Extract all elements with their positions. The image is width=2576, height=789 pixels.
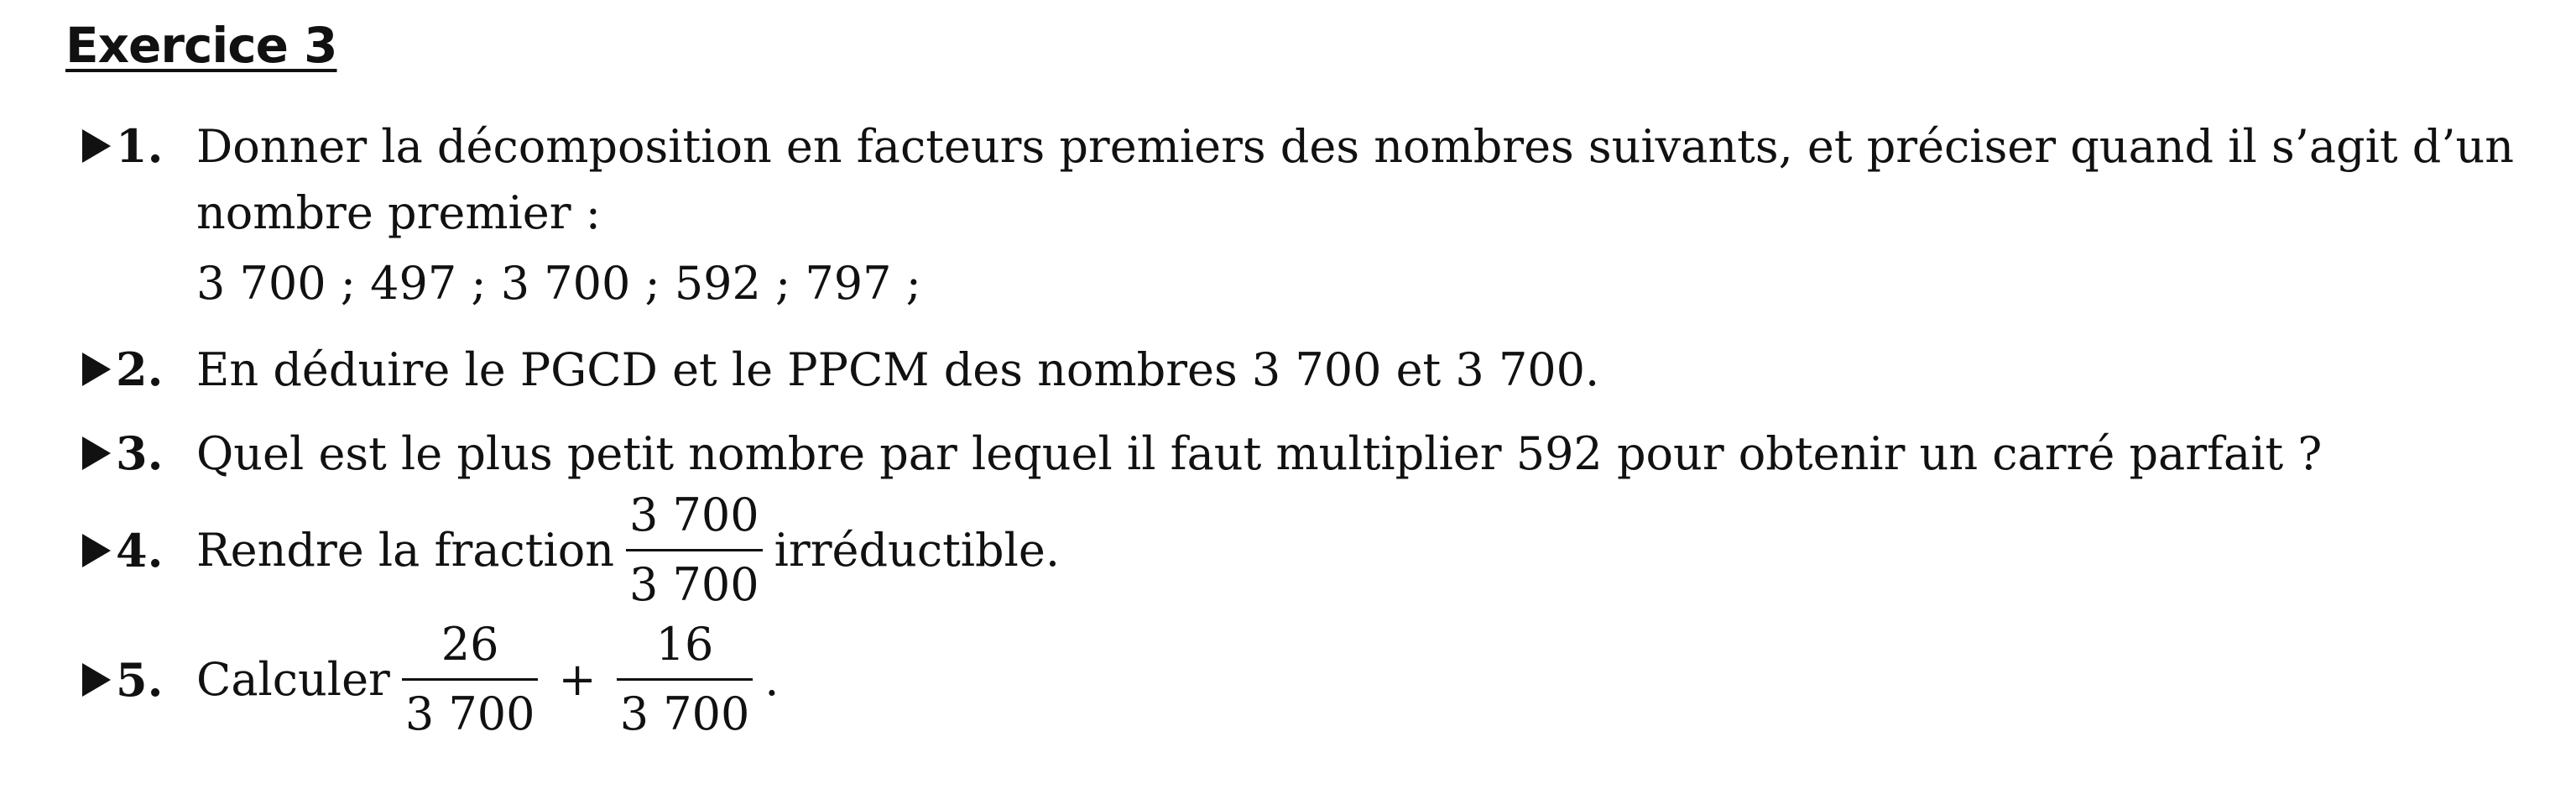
question-text-before: Rendre la fraction [196,524,615,577]
triangle-bullet-icon [82,533,111,567]
question-3: 3. Quel est le plus petit nombre par leq… [82,426,2322,480]
question-text: Donner la décomposition en facteurs prem… [196,119,2515,173]
fraction-numerator: 3 700 [629,489,759,541]
question-text: En déduire le PGCD et le PPCM des nombre… [196,342,1600,396]
question-text-before: Calculer [196,653,390,707]
exercise-title: Exercice 3 [65,17,337,74]
question-1: 1. Donner la décomposition en facteurs p… [82,119,2514,173]
question-text: Quel est le plus petit nombre par lequel… [196,426,2323,480]
question-marker: 5. [82,653,196,707]
question-number: 5. [116,652,164,707]
question-number: 4. [116,523,164,577]
fraction-numerator: 26 [441,618,499,671]
triangle-bullet-icon [82,436,111,470]
fraction-bar [626,549,763,552]
question-number: 3. [116,426,164,480]
triangle-bullet-icon [82,129,111,163]
question-2: 2. En déduire le PGCD et le PPCM des nom… [82,342,1599,396]
fraction-bar [401,678,539,682]
fraction-numerator: 16 [655,618,714,671]
period: . [764,653,780,707]
triangle-bullet-icon [82,353,111,386]
question-number: 2. [116,342,164,396]
fraction: 26 3 700 [401,618,539,741]
question-4: 4. Rendre la fraction 3 700 3 700 irrédu… [82,489,1060,612]
question-1-continuation: nombre premier : [196,186,601,239]
question-text-after: irréductible. [774,524,1060,577]
number-list: 3 700 ; 497 ; 3 700 ; 592 ; 797 ; [196,257,921,310]
question-marker: 3. [82,426,196,480]
question-number: 1. [116,119,164,173]
exercise-page: Exercice 3 1. Donner la décomposition en… [0,0,2576,789]
fraction-bar [616,678,754,682]
fraction-denominator: 3 700 [629,558,759,612]
question-marker: 2. [82,342,196,396]
fraction-denominator: 3 700 [619,687,750,741]
fraction: 3 700 3 700 [626,489,763,612]
fraction: 16 3 700 [616,618,754,741]
question-5: 5. Calculer 26 3 700 + 16 3 700 . [82,619,779,740]
question-marker: 1. [82,119,196,173]
question-marker: 4. [82,524,196,577]
fraction-denominator: 3 700 [404,687,535,741]
plus-operator: + [558,653,597,707]
triangle-bullet-icon [82,662,111,697]
